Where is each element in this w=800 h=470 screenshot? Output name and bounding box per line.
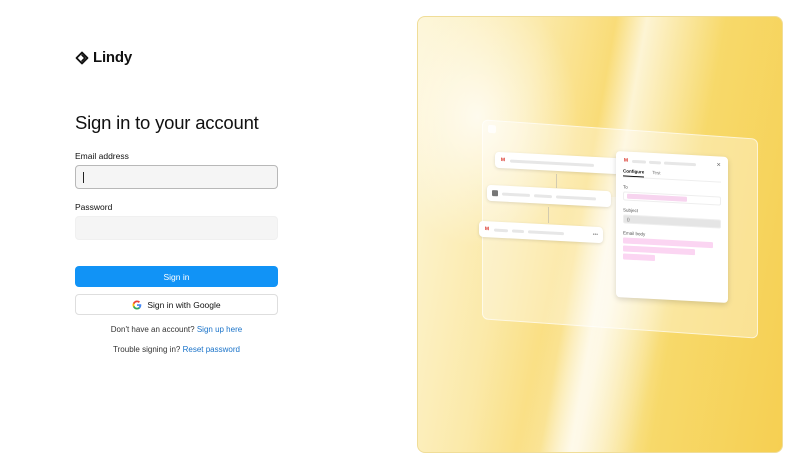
tab-test: Test [652,169,661,176]
more-icon: ••• [592,231,598,238]
password-field[interactable] [75,216,278,240]
reset-prompt: Trouble signing in? [113,345,181,354]
google-sign-in-button[interactable]: Sign in with Google [75,294,278,315]
page-title: Sign in to your account [75,112,259,133]
email-body-field [623,237,721,264]
signup-prompt-line: Don't have an account? Sign up here [75,325,278,334]
google-icon [132,300,142,309]
brand-logo: Lindy [75,49,132,66]
canvas-icon [488,124,496,134]
placeholder-bar [649,160,661,164]
sign-in-button[interactable]: Sign in [75,266,278,287]
gmail-icon: M [484,226,490,233]
grid-icon [492,190,498,197]
sparkle-icon [627,193,687,202]
close-icon: ✕ [716,162,721,169]
gmail-icon: M [623,157,629,164]
variable-icon: {} [627,216,630,222]
panel-tabs: Configure Test [623,168,721,183]
text-caret [83,172,84,183]
placeholder-bar [632,159,646,164]
placeholder-bar [502,192,530,197]
brand-name: Lindy [93,49,132,66]
placeholder-bar [494,228,508,232]
reset-password-link[interactable]: Reset password [183,345,240,354]
connector-line [556,174,557,188]
diamond-arrow-icon [75,51,89,64]
sign-in-label: Sign in [163,271,190,282]
placeholder-bar [556,194,596,200]
placeholder-bar [534,193,552,198]
reset-prompt-line: Trouble signing in? Reset password [75,345,278,354]
signup-prompt: Don't have an account? [110,325,195,334]
email-config-panel: M ✕ Configure Test To Subject {} Email b… [616,151,728,303]
tab-configure: Configure [623,168,645,178]
placeholder-bar [510,159,594,167]
placeholder-bar [512,228,524,233]
connector-line [548,207,549,223]
email-label: Email address [75,151,129,161]
signup-link[interactable]: Sign up here [197,325,242,334]
email-field[interactable] [75,165,278,189]
password-label: Password [75,202,113,212]
google-sign-in-label: Sign in with Google [147,299,221,310]
gmail-icon: M [500,157,506,164]
placeholder-bar [623,253,655,262]
placeholder-bar [528,229,564,235]
panel-header: M ✕ [623,156,721,169]
hero-illustration: M M ••• M ✕ Configure Test To Subject {}… [417,16,783,453]
placeholder-bar [664,161,696,166]
